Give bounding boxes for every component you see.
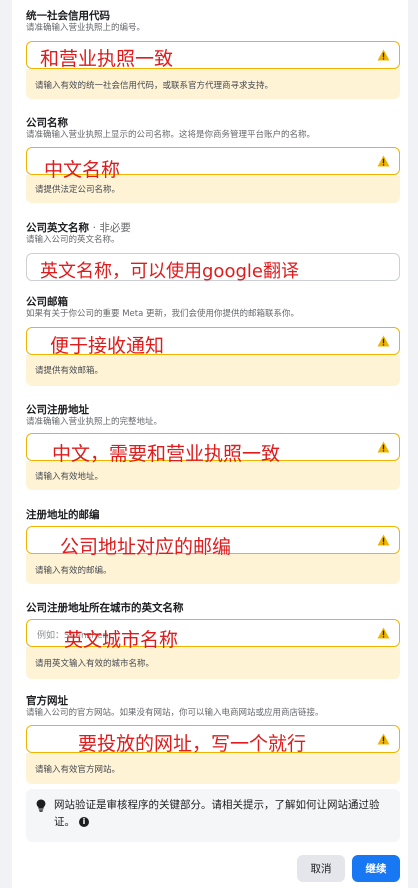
tip-text-content: 网站验证是审核程序的关键部分。请相关提示，了解如何让网站通过验证。 [54,799,380,828]
verification-tip-text: 网站验证是审核程序的关键部分。请相关提示，了解如何让网站通过验证。 i [54,797,384,831]
continue-button[interactable]: 继续 [352,855,400,882]
warning-icon [377,534,390,546]
postal-section: 注册地址的邮编 [26,509,400,522]
address-annotation: 中文，需要和营业执照一致 [52,443,281,465]
english-name-annotation: 英文名称，可以使用google翻译 [40,261,299,282]
website-label: 官方网址 [26,695,68,707]
email-warning: 请提供有效邮箱。 [26,355,400,386]
company-name-label: 公司名称 [26,117,68,129]
warning-icon [377,441,390,453]
lightbulb-icon [36,799,46,812]
address-description: 请准确输入营业执照上的完整地址。 [26,417,163,427]
credit-code-section: 统一社会信用代码 请准确输入营业执照上的编号。 [26,10,400,34]
email-annotation: 便于接收通知 [50,335,165,357]
company-name-section: 公司名称 请准确输入营业执照上显示的公司名称。这将是你商务管理平台账户的名称。 [26,117,400,141]
english-name-description: 请输入公司的英文名称。 [26,235,120,245]
city-label: 公司注册地址所在城市的英文名称 [26,602,184,614]
english-name-title: 公司英文名称 [26,222,89,234]
address-warning: 请输入有效地址。 [26,461,400,490]
credit-code-annotation: 和营业执照一致 [40,48,174,70]
warning-icon [377,49,390,61]
warning-icon [377,155,390,167]
postal-annotation: 公司地址对应的邮编 [60,536,232,558]
company-name-annotation: 中文名称 [44,159,121,181]
credit-code-warning: 请输入有效的统一社会信用代码，或联系官方代理商寻求支持。 [26,69,400,99]
city-annotation: 英文城市名称 [64,629,179,651]
english-name-label: 公司英文名称 · 非必要 [26,222,400,235]
city-warning: 请用英文输入有效的城市名称。 [26,647,400,679]
website-warning: 请输入有效官方网站。 [26,753,400,784]
left-page-margin [0,0,12,888]
email-label: 公司邮箱 [26,296,68,308]
postal-label: 注册地址的邮编 [26,509,100,521]
website-section: 官方网址 请输入公司的官方网站。如果没有网站，你可以输入电商网站或应用商店链接。 [26,695,400,719]
info-icon[interactable]: i [79,817,89,827]
company-name-description: 请准确输入营业执照上显示的公司名称。这将是你商务管理平台账户的名称。 [26,130,316,140]
english-name-section: 公司英文名称 · 非必要 请输入公司的英文名称。 [26,222,400,246]
optional-tag: · 非必要 [92,222,131,234]
website-description: 请输入公司的官方网站。如果没有网站，你可以输入电商网站或应用商店链接。 [26,708,324,718]
warning-icon [377,335,390,347]
warning-icon [377,627,390,639]
credit-code-description: 请准确输入营业执照上的编号。 [26,23,146,33]
warning-icon [377,733,390,745]
website-annotation: 要投放的网址，写一个就行 [78,733,307,755]
email-section: 公司邮箱 如果有关于你公司的重要 Meta 更新，我们会使用你提供的邮箱联系你。 [26,296,400,320]
city-section: 公司注册地址所在城市的英文名称 [26,602,400,615]
verification-tip-box: 网站验证是审核程序的关键部分。请相关提示，了解如何让网站通过验证。 i [26,789,400,842]
address-section: 公司注册地址 请准确输入营业执照上的完整地址。 [26,404,400,428]
postal-warning: 请输入有效的邮编。 [26,554,400,584]
address-label: 公司注册地址 [26,404,89,416]
email-description: 如果有关于你公司的重要 Meta 更新，我们会使用你提供的邮箱联系你。 [26,309,300,319]
cancel-button[interactable]: 取消 [297,855,345,882]
right-scrollbar-track[interactable] [408,0,418,888]
credit-code-label: 统一社会信用代码 [26,10,110,22]
